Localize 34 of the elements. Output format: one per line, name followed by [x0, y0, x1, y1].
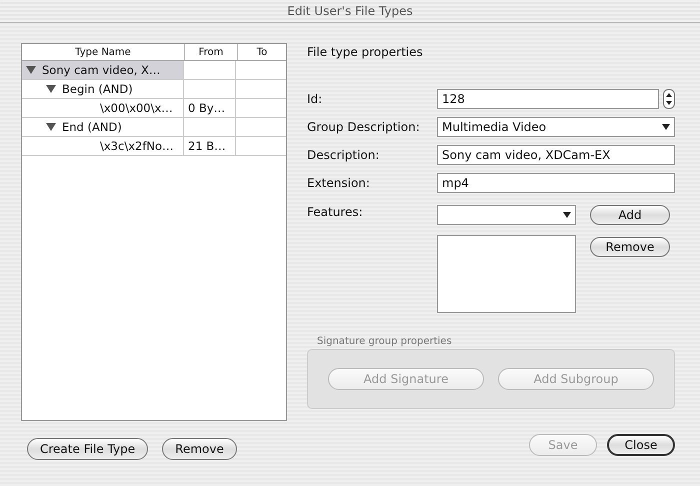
tree-row[interactable]: \x3c\x2fNo…	[22, 137, 184, 155]
tree-row[interactable]: Sony cam video, X…	[22, 61, 184, 79]
create-button[interactable]: Create File Type	[27, 438, 148, 460]
remove-button[interactable]: Remove	[162, 438, 237, 460]
dropdown-arrow-icon[interactable]	[662, 124, 670, 130]
group-dropdown[interactable]: Multimedia Video	[437, 117, 675, 137]
input-field[interactable]: mp4	[437, 173, 675, 193]
table-cell: 21 B…	[188, 139, 226, 153]
disclosure-triangle-icon[interactable]	[26, 65, 36, 75]
column-header[interactable]: To	[238, 44, 286, 60]
section-title: File type properties	[307, 45, 424, 59]
field-label: Description:	[307, 148, 380, 162]
features-list[interactable]	[437, 235, 576, 313]
field-label: Features:	[307, 205, 364, 221]
tree-row[interactable]: End (AND)	[22, 118, 184, 136]
window-title: Edit User's File Types	[287, 4, 413, 18]
column-header[interactable]: From	[185, 44, 238, 60]
add-button[interactable]: Add	[590, 205, 670, 225]
remove-button[interactable]: Remove	[590, 237, 670, 257]
tree-row[interactable]: Begin (AND)	[22, 80, 184, 98]
dropdown-arrow-icon[interactable]	[563, 212, 571, 218]
field-label: Group Description:	[307, 120, 421, 134]
table-cell: 0 By…	[188, 101, 226, 115]
stepper-icon[interactable]	[663, 89, 675, 109]
input-field[interactable]: Sony cam video, XDCam-EX	[437, 145, 675, 165]
disclosure-triangle-icon[interactable]	[46, 122, 56, 132]
close-button[interactable]: Close	[607, 434, 675, 456]
id-field[interactable]: 128	[437, 89, 659, 109]
tree-row[interactable]: \x00\x00\x…	[22, 99, 184, 117]
field-label: Id:	[307, 92, 324, 106]
column-header[interactable]: Type Name	[22, 44, 185, 60]
group-title: Signature group properties	[317, 336, 452, 347]
disclosure-triangle-icon[interactable]	[46, 84, 56, 94]
field-label: Extension:	[307, 176, 371, 190]
